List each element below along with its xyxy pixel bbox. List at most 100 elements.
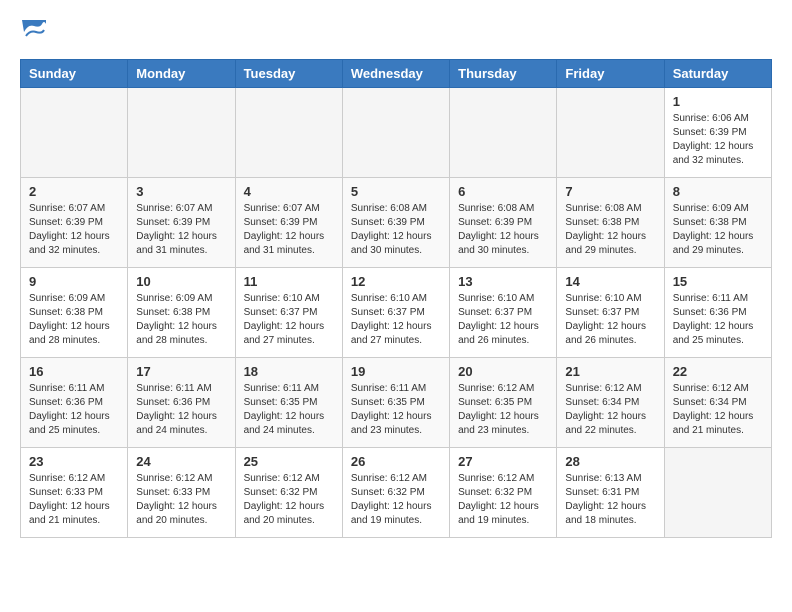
- day-info: Sunrise: 6:12 AM Sunset: 6:33 PM Dayligh…: [29, 472, 119, 528]
- day-info: Sunrise: 6:11 AM Sunset: 6:36 PM Dayligh…: [29, 382, 119, 438]
- calendar-cell: 11Sunrise: 6:10 AM Sunset: 6:37 PM Dayli…: [235, 268, 342, 358]
- days-header-row: SundayMondayTuesdayWednesdayThursdayFrid…: [21, 60, 772, 88]
- calendar-body: 1 Sunrise: 6:06 AM Sunset: 6:39 PM Daylig…: [21, 88, 772, 538]
- day-info: Sunrise: 6:07 AM Sunset: 6:39 PM Dayligh…: [244, 202, 334, 258]
- day-number: 3: [136, 184, 226, 199]
- day-header-thursday: Thursday: [450, 60, 557, 88]
- day-info: Sunrise: 6:13 AM Sunset: 6:31 PM Dayligh…: [565, 472, 655, 528]
- calendar-cell: 10 Sunrise: 6:09 AM Sunset: 6:38 PM Dayli…: [128, 268, 235, 358]
- day-header-sunday: Sunday: [21, 60, 128, 88]
- calendar-cell: 27 Sunrise: 6:12 AM Sunset: 6:32 PM Dayli…: [450, 448, 557, 538]
- calendar-cell: 3 Sunrise: 6:07 AM Sunset: 6:39 PM Daylig…: [128, 178, 235, 268]
- logo-icon: [22, 20, 46, 44]
- calendar-cell: 20 Sunrise: 6:12 AM Sunset: 6:35 PM Dayli…: [450, 358, 557, 448]
- day-info: Sunrise: 6:11 AM Sunset: 6:36 PM Dayligh…: [136, 382, 226, 438]
- calendar-cell: 26 Sunrise: 6:12 AM Sunset: 6:32 PM Dayli…: [342, 448, 449, 538]
- calendar-cell: 8Sunrise: 6:09 AM Sunset: 6:38 PM Daylig…: [664, 178, 771, 268]
- day-info: Sunrise: 6:10 AM Sunset: 6:37 PM Dayligh…: [244, 292, 334, 348]
- day-info: Sunrise: 6:07 AM Sunset: 6:39 PM Dayligh…: [136, 202, 226, 258]
- day-number: 1: [673, 94, 763, 109]
- calendar-cell: 19 Sunrise: 6:11 AM Sunset: 6:35 PM Dayli…: [342, 358, 449, 448]
- day-info: Sunrise: 6:07 AM Sunset: 6:39 PM Dayligh…: [29, 202, 119, 258]
- calendar-cell: [342, 88, 449, 178]
- calendar-cell: 25 Sunrise: 6:12 AM Sunset: 6:32 PM Dayli…: [235, 448, 342, 538]
- day-number: 23: [29, 454, 119, 469]
- day-header-tuesday: Tuesday: [235, 60, 342, 88]
- day-info: Sunrise: 6:08 AM Sunset: 6:39 PM Dayligh…: [458, 202, 548, 258]
- calendar-cell: [21, 88, 128, 178]
- day-header-wednesday: Wednesday: [342, 60, 449, 88]
- day-number: 26: [351, 454, 441, 469]
- day-info: Sunrise: 6:11 AM Sunset: 6:36 PM Dayligh…: [673, 292, 763, 348]
- day-info: Sunrise: 6:12 AM Sunset: 6:34 PM Dayligh…: [673, 382, 763, 438]
- day-info: Sunrise: 6:10 AM Sunset: 6:37 PM Dayligh…: [565, 292, 655, 348]
- day-number: 28: [565, 454, 655, 469]
- day-header-friday: Friday: [557, 60, 664, 88]
- calendar-cell: 9 Sunrise: 6:09 AM Sunset: 6:38 PM Daylig…: [21, 268, 128, 358]
- calendar-cell: 28 Sunrise: 6:13 AM Sunset: 6:31 PM Dayli…: [557, 448, 664, 538]
- week-row-4: 16 Sunrise: 6:11 AM Sunset: 6:36 PM Dayli…: [21, 358, 772, 448]
- day-info: Sunrise: 6:06 AM Sunset: 6:39 PM Dayligh…: [673, 112, 763, 168]
- day-number: 6: [458, 184, 548, 199]
- header: [20, 20, 772, 49]
- day-number: 4: [244, 184, 334, 199]
- day-info: Sunrise: 6:11 AM Sunset: 6:35 PM Dayligh…: [244, 382, 334, 438]
- day-number: 10: [136, 274, 226, 289]
- day-number: 25: [244, 454, 334, 469]
- calendar-cell: 21 Sunrise: 6:12 AM Sunset: 6:34 PM Dayli…: [557, 358, 664, 448]
- day-number: 13: [458, 274, 548, 289]
- day-number: 21: [565, 364, 655, 379]
- day-header-monday: Monday: [128, 60, 235, 88]
- calendar-cell: 1 Sunrise: 6:06 AM Sunset: 6:39 PM Daylig…: [664, 88, 771, 178]
- day-number: 2: [29, 184, 119, 199]
- calendar-cell: 5 Sunrise: 6:08 AM Sunset: 6:39 PM Daylig…: [342, 178, 449, 268]
- day-info: Sunrise: 6:09 AM Sunset: 6:38 PM Dayligh…: [29, 292, 119, 348]
- calendar-cell: 24 Sunrise: 6:12 AM Sunset: 6:33 PM Dayli…: [128, 448, 235, 538]
- calendar-cell: 16 Sunrise: 6:11 AM Sunset: 6:36 PM Dayli…: [21, 358, 128, 448]
- day-info: Sunrise: 6:12 AM Sunset: 6:35 PM Dayligh…: [458, 382, 548, 438]
- day-info: Sunrise: 6:12 AM Sunset: 6:33 PM Dayligh…: [136, 472, 226, 528]
- day-header-saturday: Saturday: [664, 60, 771, 88]
- day-number: 20: [458, 364, 548, 379]
- day-number: 14: [565, 274, 655, 289]
- day-number: 7: [565, 184, 655, 199]
- day-number: 5: [351, 184, 441, 199]
- calendar-cell: 13Sunrise: 6:10 AM Sunset: 6:37 PM Dayli…: [450, 268, 557, 358]
- day-info: Sunrise: 6:11 AM Sunset: 6:35 PM Dayligh…: [351, 382, 441, 438]
- day-number: 9: [29, 274, 119, 289]
- day-number: 16: [29, 364, 119, 379]
- calendar-table: SundayMondayTuesdayWednesdayThursdayFrid…: [20, 59, 772, 538]
- day-number: 12: [351, 274, 441, 289]
- logo: [20, 20, 46, 49]
- day-info: Sunrise: 6:09 AM Sunset: 6:38 PM Dayligh…: [673, 202, 763, 258]
- day-info: Sunrise: 6:08 AM Sunset: 6:38 PM Dayligh…: [565, 202, 655, 258]
- day-number: 19: [351, 364, 441, 379]
- day-info: Sunrise: 6:12 AM Sunset: 6:32 PM Dayligh…: [458, 472, 548, 528]
- day-number: 18: [244, 364, 334, 379]
- day-number: 24: [136, 454, 226, 469]
- calendar-cell: 18 Sunrise: 6:11 AM Sunset: 6:35 PM Dayli…: [235, 358, 342, 448]
- day-number: 22: [673, 364, 763, 379]
- day-info: Sunrise: 6:12 AM Sunset: 6:32 PM Dayligh…: [351, 472, 441, 528]
- calendar-cell: 12Sunrise: 6:10 AM Sunset: 6:37 PM Dayli…: [342, 268, 449, 358]
- day-number: 17: [136, 364, 226, 379]
- calendar-cell: 15Sunrise: 6:11 AM Sunset: 6:36 PM Dayli…: [664, 268, 771, 358]
- day-info: Sunrise: 6:12 AM Sunset: 6:34 PM Dayligh…: [565, 382, 655, 438]
- day-number: 27: [458, 454, 548, 469]
- calendar-cell: [235, 88, 342, 178]
- calendar-cell: [450, 88, 557, 178]
- calendar-cell: 22 Sunrise: 6:12 AM Sunset: 6:34 PM Dayli…: [664, 358, 771, 448]
- calendar-cell: 6 Sunrise: 6:08 AM Sunset: 6:39 PM Daylig…: [450, 178, 557, 268]
- calendar-cell: [128, 88, 235, 178]
- day-info: Sunrise: 6:08 AM Sunset: 6:39 PM Dayligh…: [351, 202, 441, 258]
- calendar-cell: [557, 88, 664, 178]
- calendar-cell: 23 Sunrise: 6:12 AM Sunset: 6:33 PM Dayli…: [21, 448, 128, 538]
- calendar-cell: 2 Sunrise: 6:07 AM Sunset: 6:39 PM Daylig…: [21, 178, 128, 268]
- day-info: Sunrise: 6:09 AM Sunset: 6:38 PM Dayligh…: [136, 292, 226, 348]
- week-row-2: 2 Sunrise: 6:07 AM Sunset: 6:39 PM Daylig…: [21, 178, 772, 268]
- calendar-cell: 17 Sunrise: 6:11 AM Sunset: 6:36 PM Dayli…: [128, 358, 235, 448]
- week-row-1: 1 Sunrise: 6:06 AM Sunset: 6:39 PM Daylig…: [21, 88, 772, 178]
- week-row-3: 9 Sunrise: 6:09 AM Sunset: 6:38 PM Daylig…: [21, 268, 772, 358]
- day-info: Sunrise: 6:12 AM Sunset: 6:32 PM Dayligh…: [244, 472, 334, 528]
- calendar-cell: [664, 448, 771, 538]
